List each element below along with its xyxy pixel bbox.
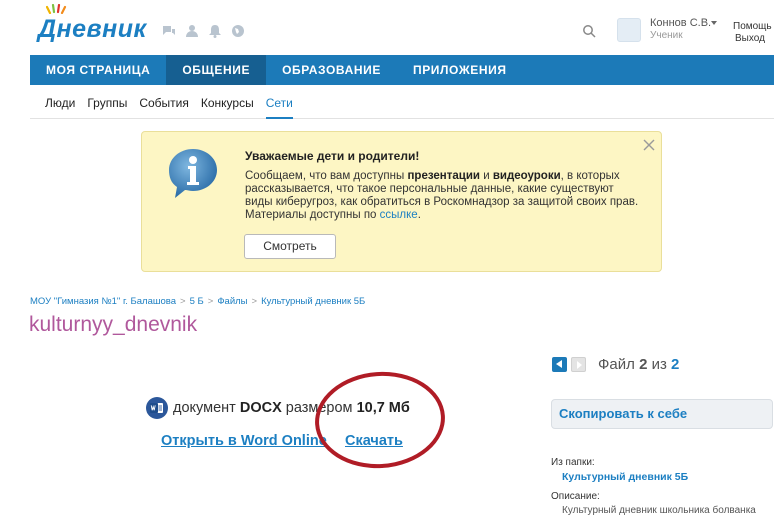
avatar[interactable] [617, 18, 641, 42]
file-info: документ DOCX размером 10,7 Мб [146, 397, 410, 419]
breadcrumb-separator: > [251, 296, 258, 307]
globe-icon[interactable] [231, 24, 245, 38]
bell-icon[interactable] [208, 24, 222, 38]
notice-text: Сообщаем, что вам доступны презентации и… [245, 170, 639, 221]
word-icon [146, 397, 168, 419]
subnav-networks[interactable]: Сети [265, 85, 293, 119]
subnav-people[interactable]: Люди [45, 85, 75, 118]
copy-to-me-button[interactable]: Скопировать к себе [551, 399, 773, 429]
breadcrumb-files[interactable]: Файлы [217, 296, 247, 307]
tab-my-page[interactable]: МОЯ СТРАНИЦА [30, 55, 166, 85]
description-text: Культурный дневник школьника болванка [562, 505, 756, 516]
prev-file-button[interactable] [552, 357, 567, 372]
logo[interactable]: Дневник [38, 4, 147, 44]
search-icon[interactable] [582, 24, 596, 38]
close-icon[interactable] [642, 138, 656, 152]
top-icons [162, 24, 245, 38]
user-name[interactable]: Коннов С.В. [650, 17, 711, 29]
tab-communication[interactable]: ОБЩЕНИЕ [166, 55, 267, 85]
main-nav: МОЯ СТРАНИЦА ОБЩЕНИЕ ОБРАЗОВАНИЕ ПРИЛОЖЕ… [30, 55, 774, 85]
breadcrumb: МОУ "Гимназия №1" г. Балашова > 5 Б > Фа… [30, 296, 365, 307]
breadcrumb-school[interactable]: МОУ "Гимназия №1" г. Балашова [30, 296, 176, 307]
download-link[interactable]: Скачать [345, 433, 403, 449]
folder-link[interactable]: Культурный дневник 5Б [562, 471, 688, 483]
notice-link[interactable]: ссылке [380, 209, 418, 221]
exit-link[interactable]: Выход [735, 33, 765, 44]
annotation-circle [311, 367, 449, 473]
breadcrumb-separator: > [180, 296, 186, 307]
logo-sun-icon [46, 4, 67, 14]
open-word-online-link[interactable]: Открыть в Word Online [161, 433, 327, 449]
next-file-button[interactable] [571, 357, 586, 372]
file-pager: Файл 2 из 2 [598, 356, 680, 373]
tab-apps[interactable]: ПРИЛОЖЕНИЯ [397, 55, 523, 85]
description-label: Описание: [551, 491, 600, 502]
user-role: Ученик [650, 30, 683, 41]
notice-title: Уважаемые дети и родители! [245, 149, 420, 163]
user-icon[interactable] [185, 24, 199, 38]
messages-icon[interactable] [162, 24, 176, 38]
pager-total-link[interactable]: 2 [671, 356, 679, 373]
help-link[interactable]: Помощь [733, 21, 772, 32]
subnav-groups[interactable]: Группы [87, 85, 127, 118]
breadcrumb-folder[interactable]: Культурный дневник 5Б [261, 296, 365, 307]
breadcrumb-class[interactable]: 5 Б [190, 296, 204, 307]
sub-nav: Люди Группы События Конкурсы Сети [30, 85, 774, 119]
page-title: kulturnyy_dnevnik [29, 313, 198, 336]
chevron-down-icon[interactable] [711, 21, 717, 25]
tab-education[interactable]: ОБРАЗОВАНИЕ [266, 55, 397, 85]
notice-banner: Уважаемые дети и родители! Сообщаем, что… [141, 131, 662, 272]
subnav-contests[interactable]: Конкурсы [201, 85, 254, 118]
view-button[interactable]: Смотреть [244, 234, 336, 259]
info-icon [169, 149, 217, 198]
subnav-events[interactable]: События [139, 85, 189, 118]
folder-label: Из папки: [551, 457, 595, 468]
logo-text: Дневник [38, 15, 147, 43]
breadcrumb-separator: > [207, 296, 214, 307]
top-header: Дневник Коннов С.В. Ученик Помощь Выход [0, 0, 776, 50]
